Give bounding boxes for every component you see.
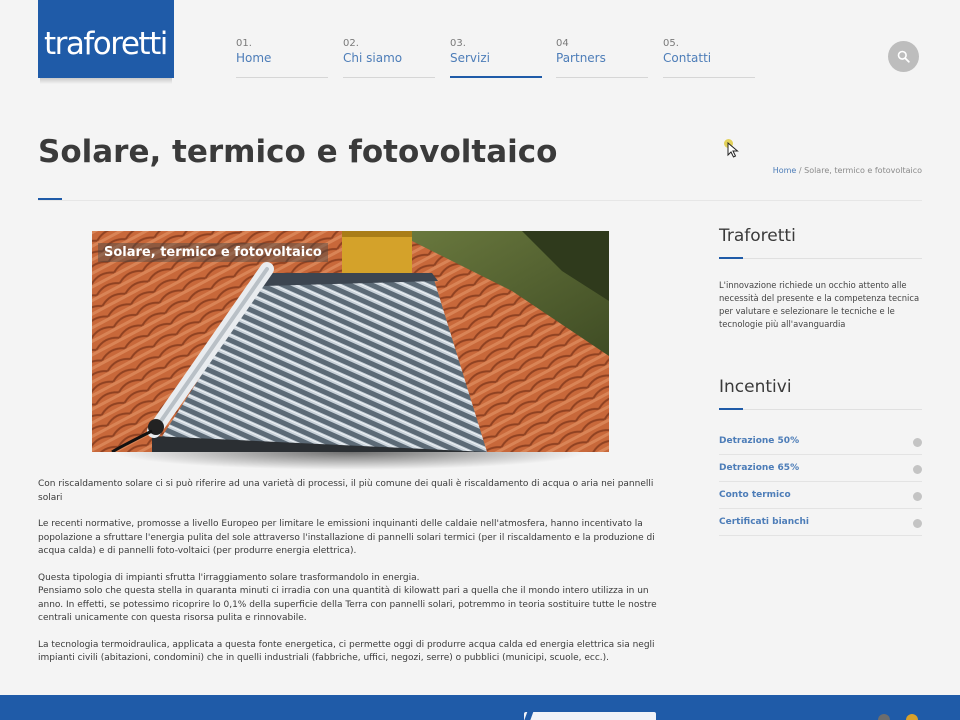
- footer-logo[interactable]: [524, 712, 656, 720]
- title-divider: [38, 200, 922, 201]
- solar-roof-photo: [92, 231, 609, 452]
- sidebar-about-text: L'innovazione richiede un occhio attento…: [719, 280, 920, 329]
- nav-item-servizi[interactable]: 03. Servizi: [450, 38, 542, 78]
- incentive-link-detrazione-65[interactable]: Detrazione 65%: [719, 455, 922, 482]
- incentive-label: Conto termico: [719, 490, 791, 500]
- title-accent-line: [38, 198, 62, 200]
- social-icon[interactable]: [906, 714, 918, 720]
- sidebar-about-title: Traforetti: [719, 226, 796, 246]
- article-body: Con riscaldamento solare ci si può rifer…: [38, 478, 663, 679]
- bullet-icon: [913, 492, 922, 501]
- nav-item-home[interactable]: 01. Home: [236, 38, 328, 78]
- nav-label: Partners: [556, 51, 606, 65]
- nav-item-contatti[interactable]: 05. Contatti: [663, 38, 755, 78]
- bullet-icon: [913, 438, 922, 447]
- breadcrumb-home-link[interactable]: Home: [773, 166, 797, 175]
- hero-shadow: [112, 452, 589, 470]
- paragraph: La tecnologia termoidraulica, applicata …: [38, 639, 655, 664]
- site-logo[interactable]: traforetti: [38, 0, 174, 78]
- page-title: Solare, termico e fotovoltaico: [38, 134, 558, 170]
- hero-caption: Solare, termico e fotovoltaico: [98, 243, 328, 262]
- hero-image: [92, 231, 609, 452]
- paragraph-line: Questa tipologia di impianti sfrutta l'i…: [38, 572, 420, 583]
- sidebar-incentives-title: Incentivi: [719, 377, 792, 397]
- paragraph: Con riscaldamento solare ci si può rifer…: [38, 479, 654, 503]
- nav-number: 05.: [663, 38, 679, 49]
- incentive-label: Certificati bianchi: [719, 517, 809, 527]
- paragraph: Le recenti normative, promosse a livello…: [38, 519, 655, 556]
- nav-item-chi-siamo[interactable]: 02. Chi siamo: [343, 38, 435, 78]
- sidebar-accent-line: [719, 257, 743, 259]
- incentive-label: Detrazione 65%: [719, 463, 800, 473]
- search-button[interactable]: [888, 41, 919, 72]
- footer-bar: [0, 695, 960, 720]
- paragraph: Questa tipologia di impianti sfrutta l'i…: [38, 572, 663, 626]
- incentive-label: Detrazione 50%: [719, 436, 800, 446]
- bullet-icon: [913, 465, 922, 474]
- nav-label: Home: [236, 51, 272, 65]
- logo-wordmark: traforetti: [44, 26, 168, 62]
- nav-number: 02.: [343, 38, 359, 49]
- sidebar-divider: [719, 258, 922, 259]
- search-icon: [897, 50, 910, 63]
- incentive-link-certificati-bianchi[interactable]: Certificati bianchi: [719, 509, 922, 536]
- paragraph-line: Pensiamo solo che questa stella in quara…: [38, 586, 657, 623]
- breadcrumb-current: / Solare, termico e fotovoltaico: [796, 166, 922, 175]
- nav-number: 03.: [450, 38, 466, 49]
- incentive-link-conto-termico[interactable]: Conto termico: [719, 482, 922, 509]
- nav-label: Contatti: [663, 51, 712, 65]
- nav-label: Servizi: [450, 51, 491, 65]
- social-icon[interactable]: [878, 714, 890, 720]
- nav-label: Chi siamo: [343, 51, 403, 65]
- bullet-icon: [913, 519, 922, 528]
- logo-shadow: [40, 78, 172, 84]
- breadcrumb: Home / Solare, termico e fotovoltaico: [773, 166, 922, 175]
- nav-number: 01.: [236, 38, 252, 49]
- nav-item-partners[interactable]: 04 Partners: [556, 38, 648, 78]
- mouse-cursor-icon: [727, 142, 739, 158]
- sidebar-accent-line: [719, 408, 743, 410]
- incentive-link-detrazione-50[interactable]: Detrazione 50%: [719, 428, 922, 455]
- sidebar-divider: [719, 409, 922, 410]
- nav-number: 04: [556, 38, 569, 49]
